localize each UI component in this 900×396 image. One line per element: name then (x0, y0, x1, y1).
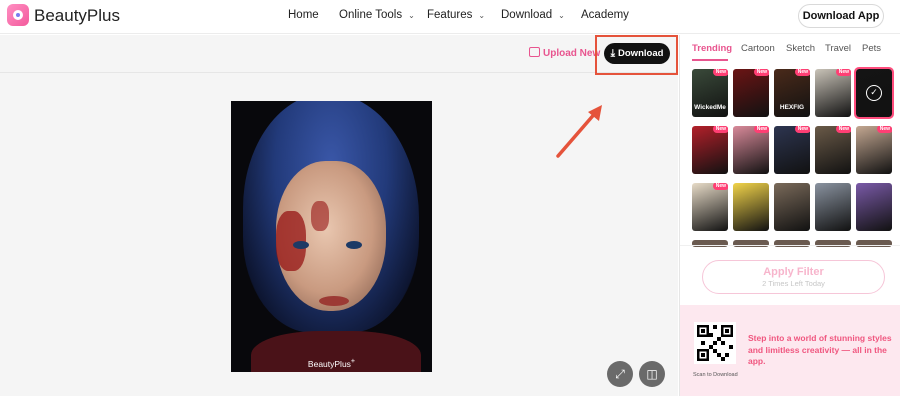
new-badge: New (712, 126, 728, 133)
filter-thumbnail[interactable]: New (692, 183, 728, 231)
filter-category-tabs: Trending Cartoon Sketch Travel Pets (680, 35, 900, 61)
top-navigation-bar: BeautyPlus Home Online Tools ⌄ Features ⌄ … (0, 0, 900, 34)
filter-thumbnail[interactable]: ✓ (854, 67, 894, 119)
editor-canvas-area: Upload New ⤓ Download BeautyPlus+ ⤢ ◫ (0, 35, 678, 396)
promo-text: Step into a world of stunning styles and… (748, 333, 892, 366)
tab-cartoon[interactable]: Cartoon (741, 43, 775, 54)
filter-thumbnail[interactable]: New (856, 126, 892, 174)
new-badge: New (712, 183, 728, 190)
qr-caption: Scan to Download (693, 372, 738, 378)
download-icon: ⤓ (610, 48, 616, 59)
new-badge: New (753, 126, 769, 133)
filter-thumbnail[interactable]: New (733, 69, 769, 117)
nav-home-label: Home (288, 9, 319, 21)
nav-academy[interactable]: Academy (581, 9, 629, 21)
nav-features-label: Features (427, 9, 473, 21)
filter-thumbnail[interactable]: New (774, 126, 810, 174)
filter-thumbnail[interactable]: New (815, 126, 851, 174)
nav-home[interactable]: Home (288, 9, 319, 21)
filter-thumbnail[interactable] (733, 183, 769, 231)
tab-travel[interactable]: Travel (825, 43, 851, 54)
apply-filter-button[interactable]: Apply Filter 2 Times Left Today (702, 260, 885, 294)
download-button[interactable]: ⤓ Download (604, 43, 670, 64)
uses-left-text: 2 Times Left Today (762, 279, 825, 288)
beautyplus-logo-icon[interactable] (7, 4, 29, 26)
compare-icon: ◫ (646, 367, 658, 381)
filter-thumbnail[interactable] (856, 183, 892, 231)
apply-section: Apply Filter 2 Times Left Today (680, 245, 900, 309)
image-watermark: BeautyPlus+ (307, 357, 356, 369)
filter-thumbnail[interactable] (815, 183, 851, 231)
tab-pets[interactable]: Pets (862, 43, 881, 54)
qr-code-icon (694, 322, 736, 364)
brand-name[interactable]: BeautyPlus (34, 6, 120, 26)
compare-button[interactable]: ◫ (639, 361, 665, 387)
image-upload-icon (529, 47, 540, 57)
new-badge: New (835, 69, 851, 76)
new-badge: New (835, 126, 851, 133)
new-badge: New (794, 126, 810, 133)
result-image: BeautyPlus+ (231, 101, 432, 372)
nav-online-tools[interactable]: Online Tools ⌄ (339, 9, 415, 21)
fullscreen-button[interactable]: ⤢ (607, 361, 633, 387)
chevron-down-icon: ⌄ (478, 11, 486, 20)
filter-thumbnail[interactable]: HEXFIG New (774, 69, 810, 117)
chevron-down-icon: ⌄ (408, 11, 415, 20)
nav-features[interactable]: Features ⌄ (427, 9, 485, 21)
download-label: Download (618, 48, 664, 59)
filter-thumbnail[interactable] (774, 183, 810, 231)
filter-caption: HEXFIG (779, 104, 805, 111)
active-tab-underline (692, 59, 728, 61)
filter-thumbnail[interactable]: New (815, 69, 851, 117)
chevron-down-icon: ⌄ (558, 11, 565, 20)
filter-caption: WickedMe (694, 104, 726, 111)
nav-academy-label: Academy (581, 9, 629, 21)
editor-toolbar: Upload New ⤓ Download (0, 35, 678, 75)
nav-online-tools-label: Online Tools (339, 9, 403, 21)
tab-trending[interactable]: Trending (692, 43, 732, 54)
filter-thumbnail[interactable]: New (692, 126, 728, 174)
apply-filter-label: Apply Filter (763, 266, 824, 278)
new-badge: New (794, 69, 810, 76)
new-badge: New (753, 69, 769, 76)
app-promo-banner: Scan to Download Step into a world of st… (680, 305, 900, 396)
download-app-button[interactable]: Download App (798, 4, 884, 28)
filter-thumbnail[interactable]: New (733, 126, 769, 174)
tab-sketch[interactable]: Sketch (786, 43, 815, 54)
new-badge: New (712, 69, 728, 76)
new-badge: New (876, 126, 892, 133)
pointer-arrow-annotation (556, 105, 602, 158)
filter-thumbnail[interactable]: WickedMe New (692, 69, 728, 117)
nav-download[interactable]: Download ⌄ (501, 9, 565, 21)
nav-download-label: Download (501, 9, 553, 21)
expand-icon: ⤢ (615, 367, 625, 381)
filter-panel: Trending Cartoon Sketch Travel Pets Wick… (679, 35, 900, 396)
upload-new-button[interactable]: Upload New (529, 47, 600, 59)
check-icon: ✓ (866, 85, 882, 101)
upload-new-label: Upload New (543, 48, 601, 59)
